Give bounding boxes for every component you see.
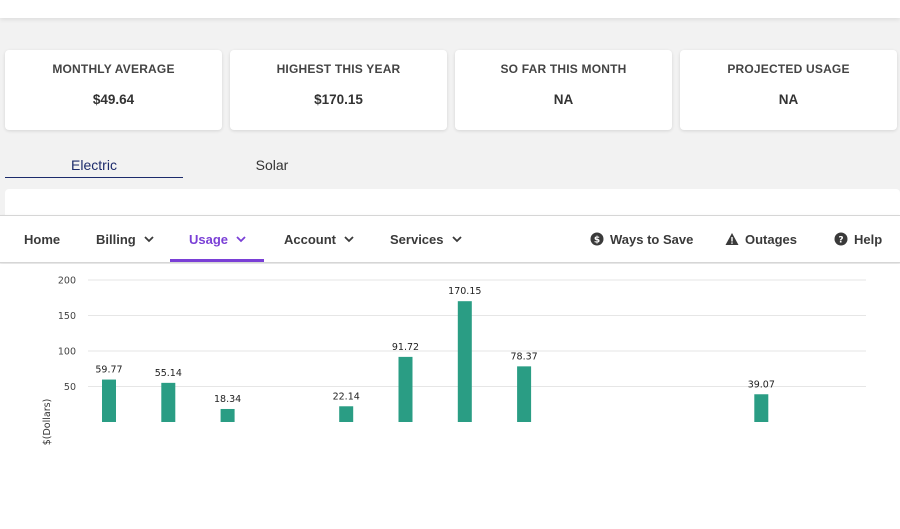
card-value: $170.15: [314, 92, 363, 107]
so-far-this-month-card: SO FAR THIS MONTH NA: [455, 50, 672, 130]
nav-billing[interactable]: Billing: [96, 216, 155, 262]
bar-value-label: 59.77: [95, 365, 122, 376]
card-label: SO FAR THIS MONTH: [500, 62, 627, 76]
y-tick-label: 100: [58, 347, 76, 358]
nav-outages-label: Outages: [745, 231, 798, 247]
bar: [161, 382, 176, 422]
bar: [398, 356, 413, 422]
nav-services[interactable]: Services: [390, 216, 463, 262]
card-label: HIGHEST THIS YEAR: [276, 62, 401, 76]
summary-cards: MONTHLY AVERAGE $49.64 HIGHEST THIS YEAR…: [5, 50, 900, 130]
nav-usage[interactable]: Usage: [189, 216, 247, 262]
y-tick-label: 200: [58, 276, 76, 287]
bar-value-label: 91.72: [392, 342, 419, 353]
bar-value-label: 22.14: [333, 391, 360, 402]
chevron-down-icon: [451, 236, 462, 243]
bar: [517, 366, 532, 422]
bar-value-label: 170.15: [448, 286, 481, 297]
bar: [220, 408, 235, 422]
nav-home[interactable]: Home: [24, 216, 60, 262]
bar-value-label: 78.37: [510, 351, 537, 362]
nav-ways-to-save-label: Ways to Save: [610, 231, 694, 247]
bar-value-label: 39.07: [748, 379, 775, 390]
active-nav-indicator: [170, 259, 264, 262]
bar: [339, 406, 354, 422]
chevron-down-icon: [144, 236, 154, 243]
monthly-average-card: MONTHLY AVERAGE $49.64: [5, 50, 222, 130]
nav-account-label: Account: [284, 231, 336, 247]
chevron-down-icon: [236, 236, 246, 243]
usage-chart: 50 100 150 200 $(Dollars) 59.77 55.14 18.34 22.1…: [0, 264, 900, 529]
projected-usage-card: PROJECTED USAGE NA: [680, 50, 897, 130]
nav-account[interactable]: Account: [284, 216, 355, 262]
y-tick-label: 150: [58, 311, 76, 322]
energy-tabs: Electric Solar: [5, 150, 900, 180]
y-axis-title: $(Dollars): [42, 399, 53, 446]
nav-help[interactable]: ? Help: [834, 216, 882, 262]
svg-text:?: ?: [838, 235, 843, 245]
question-icon: ?: [834, 232, 848, 246]
warning-icon: [725, 233, 739, 245]
bar-value-label: 18.34: [214, 394, 241, 405]
nav-outages[interactable]: Outages: [725, 216, 797, 262]
top-header-strip: [0, 0, 900, 18]
nav-billing-label: Billing: [96, 231, 136, 247]
bar: [457, 301, 472, 422]
main-navbar: Home Billing Usage Account Services $ Wa…: [0, 215, 900, 263]
card-value: NA: [778, 92, 799, 107]
highest-this-year-card: HIGHEST THIS YEAR $170.15: [230, 50, 447, 130]
bar: [102, 379, 116, 422]
nav-help-label: Help: [854, 231, 883, 247]
card-label: MONTHLY AVERAGE: [52, 62, 175, 76]
card-label: PROJECTED USAGE: [727, 62, 850, 76]
dollar-icon: $: [590, 232, 604, 246]
chevron-down-icon: [344, 236, 354, 243]
svg-text:$: $: [594, 235, 600, 245]
bar: [754, 394, 769, 422]
nav-home-label: Home: [24, 231, 61, 247]
card-value: NA: [553, 92, 574, 107]
card-value: $49.64: [92, 92, 135, 107]
tab-electric[interactable]: Electric: [5, 150, 183, 178]
nav-services-label: Services: [390, 231, 444, 247]
tab-solar[interactable]: Solar: [183, 150, 361, 178]
nav-ways-to-save[interactable]: $ Ways to Save: [590, 216, 693, 262]
bar-value-label: 55.14: [155, 368, 182, 379]
y-tick-label: 50: [64, 382, 76, 393]
nav-usage-label: Usage: [189, 231, 229, 247]
bar-chart-svg: 50 100 150 200 $(Dollars) 59.77 55.14 18.34 22.1…: [42, 276, 866, 446]
